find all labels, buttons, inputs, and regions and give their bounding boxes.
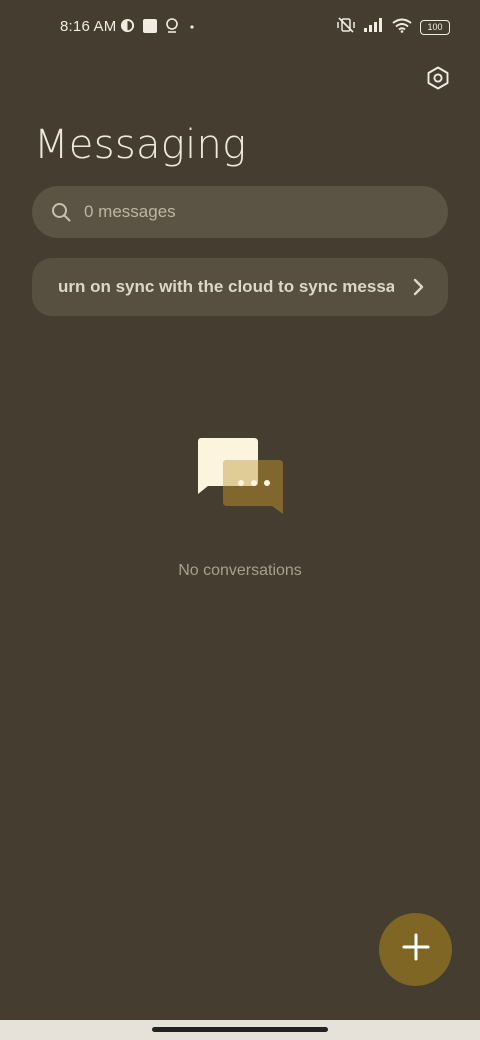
notification-app-icon — [120, 18, 135, 38]
status-right-icons: 100 — [336, 17, 450, 38]
new-conversation-button[interactable] — [379, 913, 452, 986]
empty-state-text: No conversations — [178, 562, 302, 579]
status-time: 8:16 AM — [60, 18, 117, 35]
wifi-icon — [392, 18, 412, 38]
sync-banner-text: urn on sync with the cloud to sync messa… — [58, 277, 394, 296]
search-bar[interactable] — [32, 186, 448, 238]
notification-location-icon — [165, 18, 179, 38]
status-left-icons — [120, 18, 197, 38]
home-gesture-handle[interactable] — [152, 1027, 328, 1032]
signal-icon — [364, 18, 384, 37]
vibrate-off-icon — [336, 17, 356, 38]
settings-button[interactable] — [424, 66, 452, 94]
chevron-right-icon — [408, 277, 428, 297]
search-icon — [50, 201, 72, 223]
search-input[interactable] — [82, 201, 386, 223]
page-title: Messaging — [34, 122, 247, 168]
navigation-bar — [0, 1020, 480, 1040]
battery-icon: 100 — [420, 20, 450, 35]
empty-chat-bubbles-icon — [194, 436, 286, 518]
plus-icon — [402, 933, 430, 966]
sync-banner[interactable]: urn on sync with the cloud to sync messa… — [32, 258, 448, 316]
status-bar: 8:16 AM 100 — [0, 0, 480, 56]
settings-hexagon-icon — [426, 66, 450, 95]
notification-square-icon — [143, 18, 157, 38]
notification-dot-icon — [187, 19, 197, 37]
